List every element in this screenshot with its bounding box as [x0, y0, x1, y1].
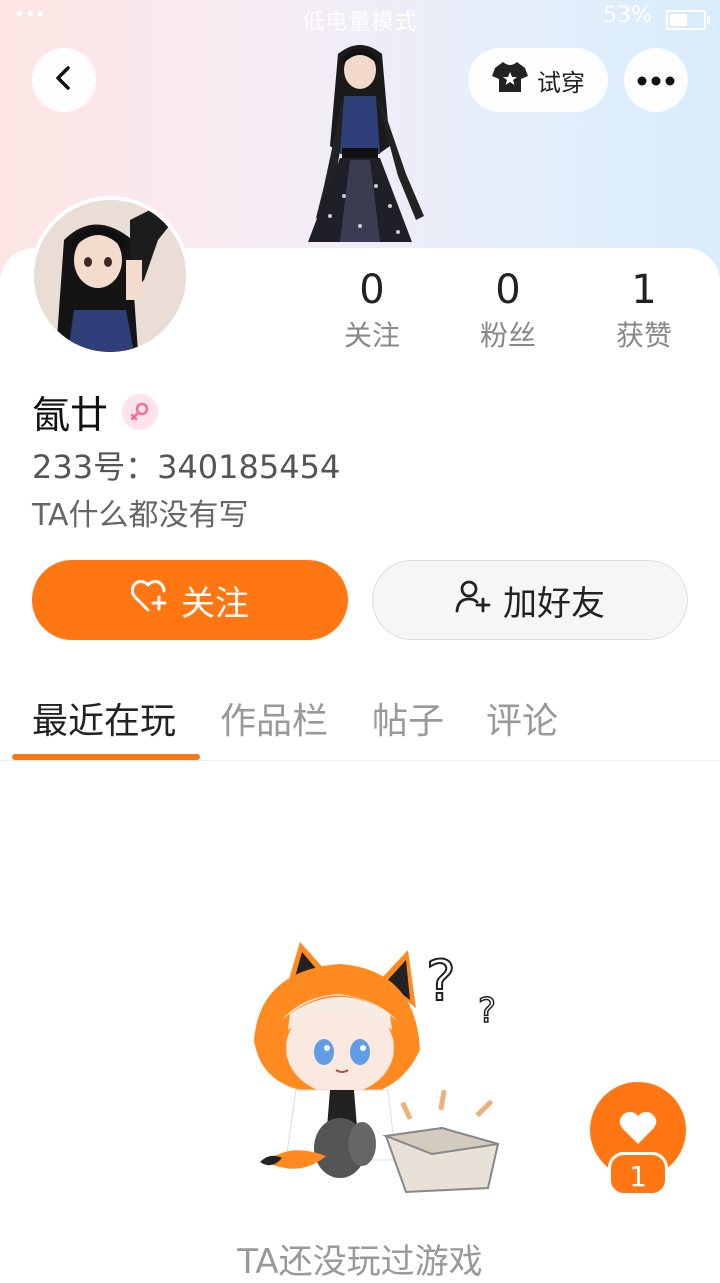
follow-button[interactable]: 关注: [32, 560, 348, 640]
stat-value: 0: [359, 267, 385, 313]
add-friend-button[interactable]: 加好友: [372, 560, 688, 640]
back-button[interactable]: [32, 48, 96, 112]
status-battery-text: 53%: [603, 3, 652, 28]
heart-icon: [618, 1110, 658, 1150]
active-tab-indicator: [12, 754, 200, 760]
stat-followers[interactable]: 0 粉丝: [448, 266, 568, 354]
try-on-button[interactable]: 试穿: [468, 48, 608, 112]
name-row: 氤廿: [32, 384, 159, 439]
stat-following[interactable]: 0 关注: [312, 266, 432, 354]
tab-works[interactable]: 作品栏: [220, 692, 328, 744]
profile-tabs: 最近在玩 作品栏 帖子 评论: [0, 684, 720, 761]
like-count-badge: 1: [608, 1152, 668, 1196]
add-friend-label: 加好友: [503, 583, 605, 624]
svg-text:?: ?: [426, 949, 456, 1014]
ellipsis-icon: [637, 71, 675, 90]
confused-mascot-illustration: ? ?: [254, 942, 500, 1194]
stat-label: 关注: [343, 319, 400, 352]
shirt-star-icon: [491, 60, 529, 100]
more-button[interactable]: [624, 48, 688, 112]
battery-icon: [666, 10, 710, 30]
tab-posts[interactable]: 帖子: [372, 692, 444, 744]
stat-label: 获赞: [615, 319, 672, 352]
stat-value: 1: [631, 267, 657, 313]
stat-label: 粉丝: [479, 319, 536, 352]
try-on-label: 试穿: [537, 68, 585, 97]
heart-plus-icon: [130, 579, 169, 622]
stats-row: 0 关注 0 粉丝 1 获赞: [0, 266, 720, 356]
tab-recently-played[interactable]: 最近在玩: [32, 692, 176, 744]
chevron-left-icon: [49, 63, 79, 97]
svg-text:?: ?: [478, 991, 496, 1031]
empty-state-text: TA还没玩过游戏: [237, 1242, 483, 1282]
user-name: 氤廿: [32, 393, 109, 437]
tab-comments[interactable]: 评论: [486, 692, 558, 744]
user-id: 233号：340185454: [32, 448, 341, 486]
status-bar: ••• 低电量模式 53%: [0, 0, 720, 36]
user-bio: TA什么都没有写: [32, 498, 249, 533]
follow-label: 关注: [181, 583, 249, 624]
stat-value: 0: [495, 267, 521, 313]
character-figure[interactable]: [280, 36, 440, 250]
female-icon: [122, 393, 159, 430]
stat-likes[interactable]: 1 获赞: [584, 266, 704, 354]
user-plus-icon: [455, 579, 491, 622]
